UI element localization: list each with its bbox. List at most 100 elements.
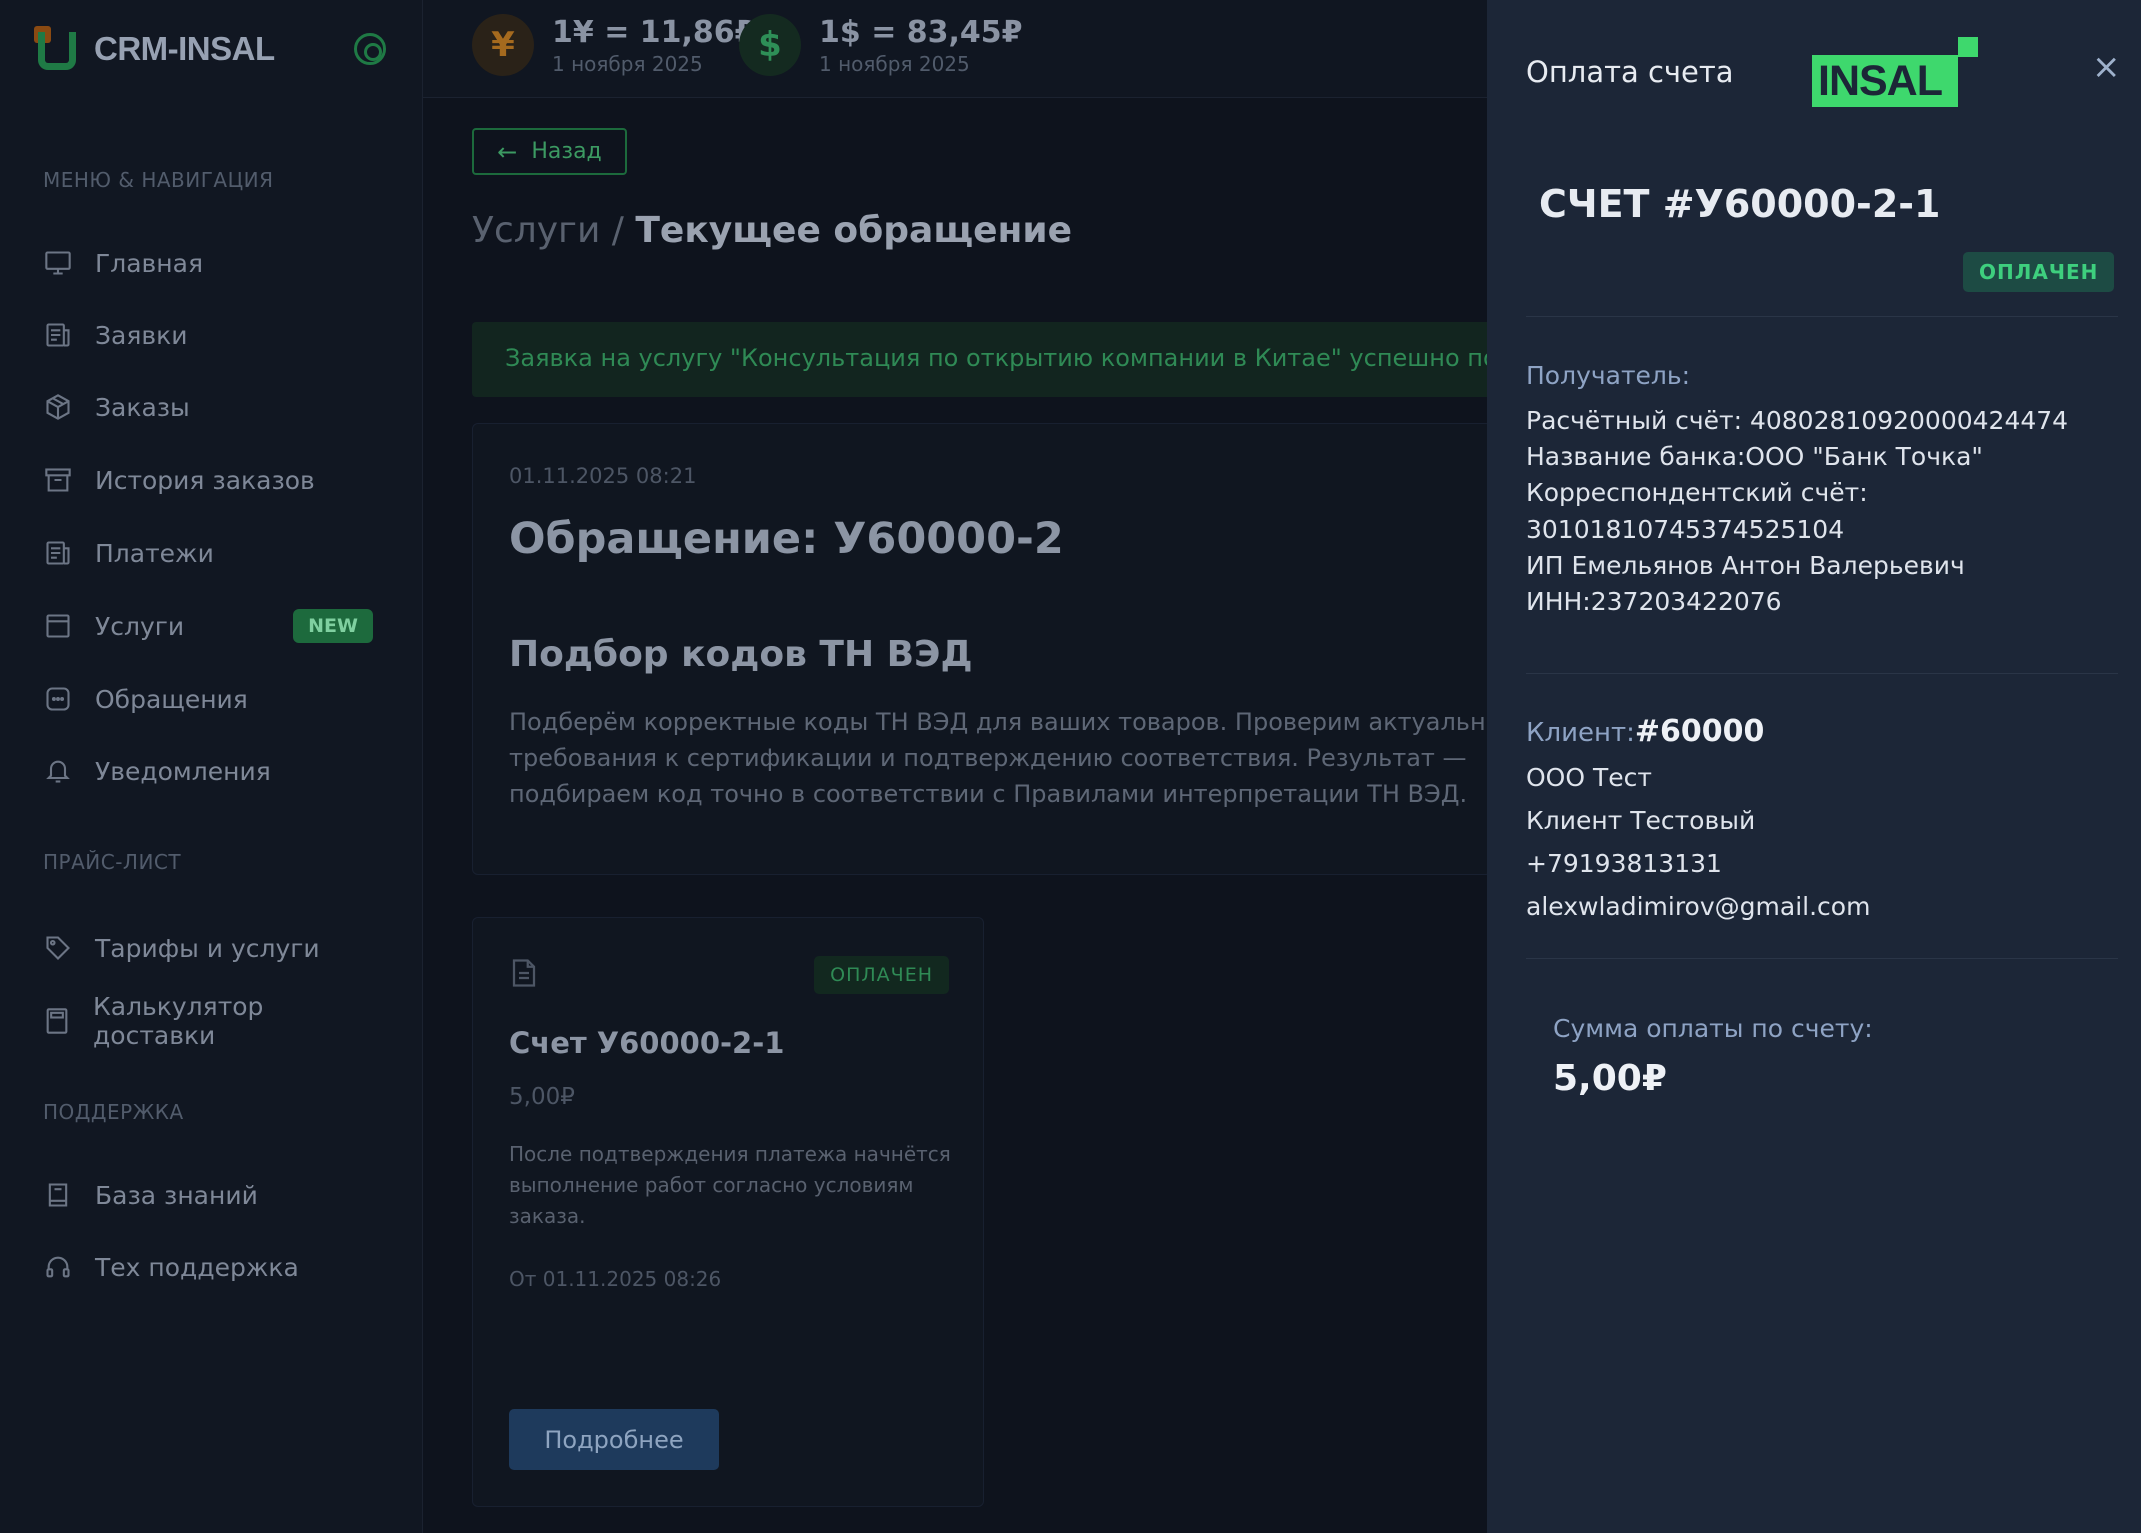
rate-date: 1 ноября 2025 <box>552 51 703 76</box>
sidebar-item-appeals[interactable]: Обращения <box>43 677 373 721</box>
sum-label: Сумма оплаты по счету: <box>1553 1014 1873 1043</box>
new-badge: NEW <box>293 609 373 643</box>
recipient-corr-label: Корреспондентский счёт: <box>1526 478 1868 507</box>
headset-icon <box>43 1252 73 1282</box>
divider <box>1526 673 2118 674</box>
sidebar-item-notifications[interactable]: Уведомления <box>43 749 373 793</box>
breadcrumb-parent[interactable]: Услуги <box>472 210 600 251</box>
panel-title: Оплата счета <box>1526 55 1734 89</box>
book-icon <box>43 1180 73 1210</box>
sum-value: 5,00₽ <box>1553 1058 1667 1099</box>
yuan-icon: ¥ <box>472 14 534 76</box>
app-name: CRM-INSAL <box>94 30 275 67</box>
client-name: Клиент Тестовый <box>1526 806 1756 835</box>
insal-logo: INSAL <box>1812 37 1979 108</box>
divider <box>1526 958 2118 959</box>
status-badge: ОПЛАЧЕН <box>814 956 949 994</box>
brand-text: INSAL <box>1818 57 1943 105</box>
client-company: ООО Тест <box>1526 763 1652 792</box>
sidebar-item-knowledge-base[interactable]: База знаний <box>43 1173 373 1217</box>
document-list-icon <box>43 320 73 350</box>
invoice-number: СЧЕТ #У60000-2-1 <box>1539 182 1941 226</box>
sidebar-item-requests[interactable]: Заявки <box>43 313 373 357</box>
breadcrumb-separator: / <box>600 210 636 251</box>
rate-usd: $ 1$ = 83,45₽ 1 ноября 2025 <box>739 14 1023 76</box>
invoice-note: После подтверждения платежа начнётся вып… <box>509 1142 951 1228</box>
section-title-price-list: ПРАЙС-ЛИСТ <box>43 850 182 874</box>
sidebar-item-label: Тарифы и услуги <box>95 933 320 963</box>
window-icon <box>43 611 73 641</box>
recipient-label: Получатель: <box>1526 361 1691 390</box>
sidebar-item-payments[interactable]: Платежи <box>43 531 373 575</box>
alert-text: Заявка на услугу "Консультация по открыт… <box>505 344 1492 372</box>
monitor-icon <box>43 248 73 278</box>
bell-icon <box>43 756 73 786</box>
sidebar: CRM-INSAL МЕНЮ & НАВИГАЦИЯ Главная Заявк… <box>0 0 423 1533</box>
sidebar-item-orders[interactable]: Заказы <box>43 385 373 429</box>
request-title: Обращение: У60000-2 <box>509 514 1064 564</box>
sidebar-item-label: Услуги <box>95 611 185 641</box>
request-datetime: 01.11.2025 08:21 <box>509 464 697 488</box>
archive-icon <box>43 465 73 495</box>
arrow-left-icon: ← <box>497 137 518 166</box>
client-id: #60000 <box>1634 714 1765 749</box>
service-description: Подберём корректные коды ТН ВЭД для ваши… <box>509 708 1492 808</box>
recipient-account: Расчётный счёт: 40802810920000424474 <box>1526 406 2069 435</box>
dollar-icon: $ <box>739 14 801 76</box>
receipt-icon <box>43 538 73 568</box>
sidebar-item-label: Калькулятор доставки <box>93 992 264 1050</box>
sidebar-item-label: Главная <box>95 248 203 278</box>
client-label: Клиент: <box>1526 718 1635 748</box>
request-card: 01.11.2025 08:21 Обращение: У60000-2 Под… <box>472 423 1492 875</box>
invoice-title: Счет У60000-2-1 <box>509 1026 785 1060</box>
rate-date: 1 ноября 2025 <box>819 51 970 76</box>
section-title-support: ПОДДЕРЖКА <box>43 1100 184 1124</box>
calculator-icon <box>43 1006 71 1036</box>
back-button[interactable]: ← Назад <box>472 128 627 175</box>
sidebar-item-order-history[interactable]: История заказов <box>43 458 373 502</box>
recipient-corr-account: 30101810745374525104 <box>1526 515 1845 544</box>
sidebar-item-label: Уведомления <box>95 756 271 786</box>
sidebar-item-label: Платежи <box>95 538 214 568</box>
chat-icon <box>43 684 73 714</box>
invoice-card: ОПЛАЧЕН Счет У60000-2-1 5,00₽ После подт… <box>472 917 984 1507</box>
client-heading: Клиент:#60000 <box>1526 714 1764 749</box>
sidebar-item-label: База знаний <box>95 1180 258 1210</box>
sidebar-item-services[interactable]: Услуги NEW <box>43 604 373 648</box>
sidebar-item-delivery-calculator[interactable]: Калькулятор доставки <box>43 992 373 1050</box>
invoice-amount: 5,00₽ <box>509 1084 575 1110</box>
document-icon <box>511 958 537 992</box>
rate-value: 1¥ = 11,86₽ <box>552 14 756 50</box>
sidebar-toggle-icon[interactable] <box>354 33 386 65</box>
sidebar-item-label: История заказов <box>95 465 315 495</box>
sidebar-item-label: Заявки <box>95 320 188 350</box>
recipient-name: ИП Емельянов Антон Валерьевич <box>1526 551 1965 580</box>
rate-cny: ¥ 1¥ = 11,86₽ 1 ноября 2025 <box>472 14 756 76</box>
tag-icon <box>43 933 73 963</box>
divider <box>1526 316 2118 317</box>
invoice-date: От 01.11.2025 08:26 <box>509 1267 722 1291</box>
app-logo[interactable]: CRM-INSAL <box>34 26 275 72</box>
breadcrumb: Услуги / Текущее обращение <box>472 210 1072 251</box>
sidebar-item-label: Тех поддержка <box>95 1252 299 1282</box>
success-alert: Заявка на услугу "Консультация по открыт… <box>472 322 1492 397</box>
sidebar-item-tech-support[interactable]: Тех поддержка <box>43 1245 373 1289</box>
payment-panel: Оплата счета INSAL × СЧЕТ #У60000-2-1 ОП… <box>1487 0 2141 1533</box>
logo-icon <box>34 26 80 72</box>
sidebar-item-home[interactable]: Главная <box>43 241 373 285</box>
rate-value: 1$ = 83,45₽ <box>819 14 1023 50</box>
sidebar-item-tariffs[interactable]: Тарифы и услуги <box>43 926 373 970</box>
back-label: Назад <box>531 139 602 164</box>
details-button[interactable]: Подробнее <box>509 1409 719 1470</box>
sidebar-item-label: Заказы <box>95 392 190 422</box>
client-email: alexwladimirov@gmail.com <box>1526 892 1871 921</box>
close-icon[interactable]: × <box>2092 50 2121 84</box>
top-bar: ¥ 1¥ = 11,86₽ 1 ноября 2025 $ 1$ = 83,45… <box>423 0 1487 98</box>
section-title-menu: МЕНЮ & НАВИГАЦИЯ <box>43 168 274 192</box>
recipient-bank: Название банка:ООО "Банк Точка" <box>1526 442 1983 471</box>
client-phone: +79193813131 <box>1526 849 1722 878</box>
page-title: Текущее обращение <box>635 210 1073 251</box>
package-icon <box>43 392 73 422</box>
sidebar-item-label: Обращения <box>95 684 248 714</box>
status-badge: ОПЛАЧЕН <box>1963 252 2115 292</box>
